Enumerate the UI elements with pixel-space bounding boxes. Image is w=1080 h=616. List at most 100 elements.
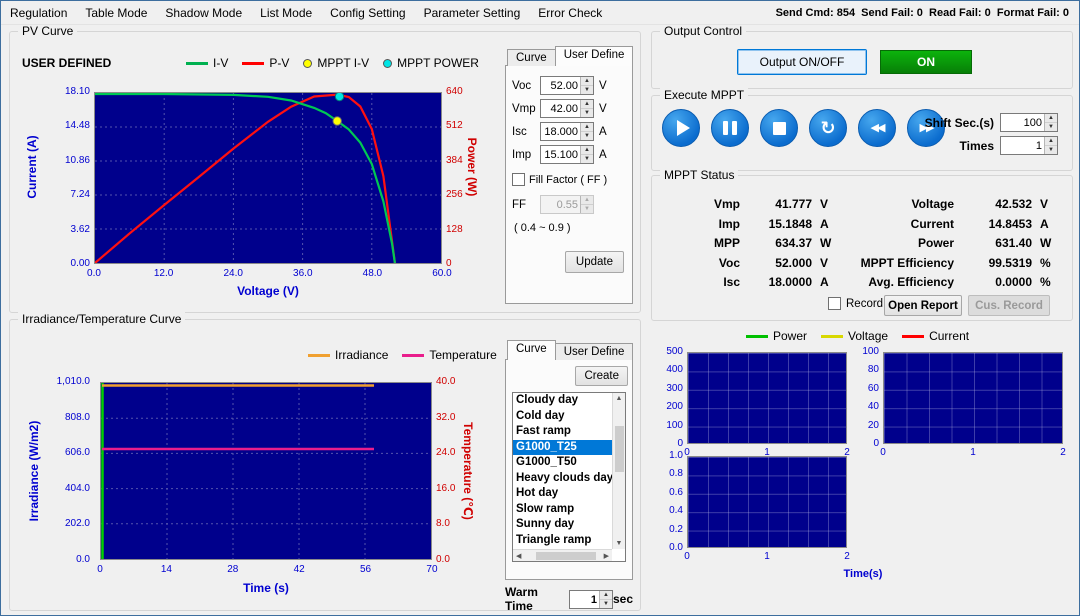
list-item[interactable]: Triangle ramp xyxy=(513,533,612,549)
menu-item[interactable]: Regulation xyxy=(1,2,76,24)
spin-down-icon[interactable]: ▼ xyxy=(1045,123,1057,131)
legend-swatch-icon xyxy=(303,58,313,68)
scrollbar-thumb[interactable] xyxy=(536,551,597,560)
repeat-icon: ↻ xyxy=(820,118,836,138)
scroll-left-icon[interactable]: ◀ xyxy=(513,552,524,560)
list-item[interactable]: Sunny day xyxy=(513,517,612,533)
spin-up-icon[interactable]: ▲ xyxy=(599,590,612,600)
list-item[interactable]: G1000_T50 xyxy=(513,455,612,471)
menu-item[interactable]: Parameter Setting xyxy=(415,2,530,24)
ytick-label: 60 xyxy=(867,382,879,394)
record-checkbox[interactable] xyxy=(828,297,841,310)
menu-item[interactable]: Error Check xyxy=(529,2,611,24)
spin-down-icon[interactable]: ▼ xyxy=(599,599,612,608)
param-value[interactable]: 42.00 xyxy=(541,100,580,117)
list-item[interactable]: Cold day xyxy=(513,409,612,425)
warm-time-spinner[interactable]: 1 ▲ ▼ xyxy=(569,589,613,609)
status-label: Voltage xyxy=(911,197,954,211)
spin-up-icon[interactable]: ▲ xyxy=(581,100,593,109)
menu-item[interactable]: Shadow Mode xyxy=(156,2,251,24)
spin-down-icon[interactable]: ▼ xyxy=(581,109,593,117)
play-button[interactable] xyxy=(662,109,700,147)
list-item-label: Slow ramp xyxy=(516,502,575,515)
shift-sec-spinner[interactable]: 100 ▲ ▼ xyxy=(1000,113,1058,132)
shift-sec-value[interactable]: 100 xyxy=(1001,114,1044,131)
spin-down-icon[interactable]: ▼ xyxy=(581,132,593,140)
ytick-label: 40.0 xyxy=(436,376,456,387)
list-item[interactable]: Heavy clouds day xyxy=(513,471,612,487)
status-value: 41.777 xyxy=(775,197,812,211)
menu-item[interactable]: Table Mode xyxy=(76,2,156,24)
list-item[interactable]: G1000_T25 xyxy=(513,439,612,455)
param-spinner[interactable]: 42.00 ▲ ▼ xyxy=(540,99,594,118)
pause-button[interactable] xyxy=(711,109,749,147)
spin-up-icon[interactable]: ▲ xyxy=(581,123,593,132)
spin-down-icon[interactable]: ▼ xyxy=(581,155,593,163)
scrollbar-thumb[interactable] xyxy=(614,426,624,472)
menu-item[interactable]: List Mode xyxy=(251,2,321,24)
open-report-button[interactable]: Open Report xyxy=(884,295,962,316)
status-label: Imp xyxy=(718,216,740,231)
spin-up-icon[interactable]: ▲ xyxy=(581,146,593,155)
menu-item[interactable]: Config Setting xyxy=(321,2,414,24)
spin-down-icon[interactable]: ▼ xyxy=(1045,146,1057,154)
fill-factor-checkbox[interactable] xyxy=(512,173,525,186)
times-value[interactable]: 1 xyxy=(1001,137,1044,154)
status-unit: A xyxy=(820,275,829,289)
ytick-label: 200 xyxy=(666,401,683,413)
profile-listbox[interactable]: Cloudy day Cold day Fast ramp G1000_T25 … xyxy=(512,392,626,562)
monitor-voltage-chart xyxy=(883,352,1063,444)
list-item-label: Fast ramp xyxy=(516,425,571,437)
status-value: 631.40 xyxy=(995,236,1032,250)
list-item-label: G1000_T25 xyxy=(516,440,577,453)
ytick-label: 24.0 xyxy=(436,447,456,459)
xtick-label: 14 xyxy=(160,564,172,575)
warm-time-value[interactable]: 1 xyxy=(570,591,599,608)
vertical-scrollbar[interactable]: ▲ ▼ xyxy=(612,393,625,549)
stop-button[interactable] xyxy=(760,109,798,147)
times-label: Times xyxy=(959,139,994,153)
output-onoff-button[interactable]: Output ON/OFF xyxy=(737,49,867,75)
create-button[interactable]: Create xyxy=(575,366,628,386)
scroll-down-icon[interactable]: ▼ xyxy=(616,538,623,549)
list-item[interactable]: Cloudy day xyxy=(513,393,612,409)
legend-label: I-V xyxy=(213,56,229,70)
times-spinner[interactable]: 1 ▲ ▼ xyxy=(1000,136,1058,155)
param-value[interactable]: 52.00 xyxy=(541,77,580,94)
mppt-status-panel: MPPT Status Vmp 41.777 V Voltage 42.532 … xyxy=(651,168,1073,321)
tab-curve[interactable]: Curve xyxy=(507,49,556,66)
list-item[interactable]: Slow ramp xyxy=(513,502,612,518)
status-unit: V xyxy=(820,255,829,270)
loop-button[interactable]: ↻ xyxy=(809,109,847,147)
xtick-label: 70 xyxy=(426,564,438,575)
param-value[interactable]: 15.100 xyxy=(541,146,580,163)
update-button[interactable]: Update xyxy=(564,251,624,273)
param-value[interactable]: 18.000 xyxy=(541,123,580,140)
spin-up-icon[interactable]: ▲ xyxy=(581,77,593,86)
spin-down-icon[interactable]: ▼ xyxy=(581,86,593,94)
ytick-label: 0.8 xyxy=(669,468,683,480)
spin-up-icon[interactable]: ▲ xyxy=(1045,114,1057,123)
status-value: 0.0000 xyxy=(995,275,1032,289)
param-spinner[interactable]: 18.000 ▲ ▼ xyxy=(540,122,594,141)
spin-up-icon[interactable]: ▲ xyxy=(1045,137,1057,146)
horizontal-scrollbar[interactable]: ◀ ▶ xyxy=(513,549,612,561)
param-spinner[interactable]: 52.00 ▲ ▼ xyxy=(540,76,594,95)
param-spinner[interactable]: 15.100 ▲ ▼ xyxy=(540,145,594,164)
tab-user-define[interactable]: User Define xyxy=(554,46,634,66)
list-item[interactable]: Fast ramp xyxy=(513,424,612,440)
scroll-up-icon[interactable]: ▲ xyxy=(616,393,623,404)
list-item[interactable]: Hot day xyxy=(513,486,612,502)
monitor1-yticks: 500 400 300 200 100 0 xyxy=(653,347,683,449)
status-value: 14.8453 xyxy=(988,216,1032,231)
scroll-right-icon[interactable]: ▶ xyxy=(601,552,612,560)
status-value: 99.5319 xyxy=(988,255,1032,270)
tab-curve[interactable]: Curve xyxy=(507,340,556,360)
rewind-button[interactable]: ◀◀ xyxy=(858,109,896,147)
mppt-iv-marker xyxy=(332,116,342,126)
legend-swatch-icon xyxy=(308,353,330,357)
xtick-label: 2 xyxy=(844,551,850,562)
tab-user-define[interactable]: User Define xyxy=(554,343,634,360)
ff-range-hint: ( 0.4 ~ 0.9 ) xyxy=(514,222,571,234)
pv-params-tabcontrol: Curve User Define Voc 52.00 ▲ ▼ V Vmp 42… xyxy=(505,46,634,304)
